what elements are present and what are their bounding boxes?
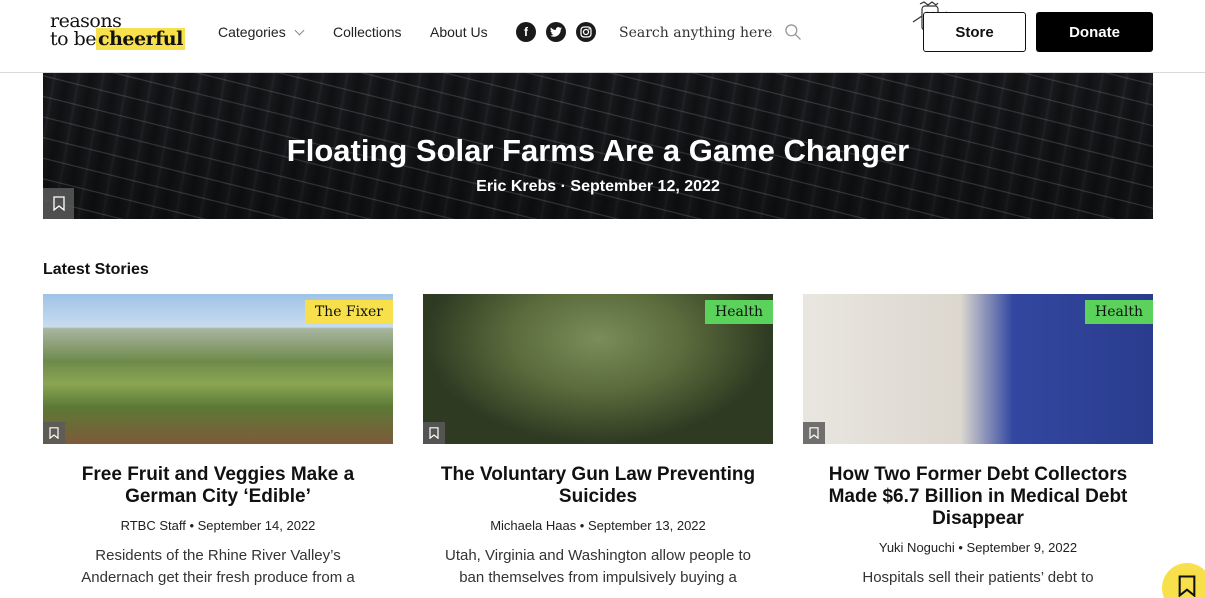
category-tag[interactable]: Health xyxy=(1085,300,1153,324)
floating-bookmarks-button[interactable] xyxy=(1162,563,1205,598)
story-image-oak-tree[interactable]: Health xyxy=(423,294,773,444)
hero-banner[interactable]: Floating Solar Farms Are a Game Changer … xyxy=(43,73,1153,219)
logo-prefix: to be xyxy=(50,28,97,50)
story-excerpt: Residents of the Rhine River Valley’s An… xyxy=(81,547,355,586)
store-button[interactable]: Store xyxy=(923,12,1026,52)
bookmark-icon xyxy=(429,427,439,439)
facebook-icon[interactable]: f xyxy=(516,22,536,42)
donate-button[interactable]: Donate xyxy=(1036,12,1153,52)
bookmark-icon xyxy=(52,196,65,211)
story-title[interactable]: How Two Former Debt Collectors Made $6.7… xyxy=(803,464,1153,530)
logo-highlight: cheerful xyxy=(96,28,185,50)
site-header: reasons to be cheerful Categories Collect… xyxy=(0,0,1205,73)
hero-title[interactable]: Floating Solar Farms Are a Game Changer xyxy=(43,133,1153,169)
story-card[interactable]: The Fixer Free Fruit and Veggies Make a … xyxy=(43,294,393,589)
story-image-garden[interactable]: The Fixer xyxy=(43,294,393,444)
twitter-icon[interactable] xyxy=(546,22,566,42)
chevron-down-icon xyxy=(294,25,305,35)
story-meta: Yuki Noguchi • September 9, 2022 xyxy=(878,540,1078,555)
search-icon[interactable] xyxy=(783,22,803,42)
story-excerpt: Hospitals sell their patients’ debt to xyxy=(862,569,1094,586)
bookmark-button[interactable] xyxy=(43,422,65,444)
latest-stories-heading: Latest Stories xyxy=(43,261,149,278)
search-input[interactable] xyxy=(619,25,774,41)
story-meta: RTBC Staff • September 14, 2022 xyxy=(120,518,316,533)
category-tag[interactable]: Health xyxy=(705,300,773,324)
story-image-two-women[interactable]: Health xyxy=(803,294,1153,444)
story-excerpt: Utah, Virginia and Washington allow peop… xyxy=(444,547,752,586)
logo-line-2: to be cheerful xyxy=(50,28,185,50)
twitter-bird-glyph xyxy=(550,27,562,37)
bookmark-icon xyxy=(1178,575,1196,597)
nav-categories[interactable]: Categories xyxy=(218,24,305,40)
site-logo[interactable]: reasons to be cheerful xyxy=(50,12,190,52)
instagram-icon[interactable] xyxy=(576,22,596,42)
hero-meta: Eric Krebs · September 12, 2022 xyxy=(476,178,720,195)
nav-collections-label: Collections xyxy=(333,24,402,40)
search-bar xyxy=(619,22,804,44)
nav-about-us[interactable]: About Us xyxy=(430,24,488,40)
bookmark-icon xyxy=(49,427,59,439)
bookmark-button[interactable] xyxy=(423,422,445,444)
nav-collections[interactable]: Collections xyxy=(333,24,401,40)
bookmark-icon xyxy=(809,427,819,439)
story-title[interactable]: The Voluntary Gun Law Preventing Suicide… xyxy=(423,464,773,508)
nav-about-label: About Us xyxy=(430,24,488,40)
story-card[interactable]: Health How Two Former Debt Collectors Ma… xyxy=(803,294,1153,589)
category-tag[interactable]: The Fixer xyxy=(304,300,393,324)
hero-bookmark-button[interactable] xyxy=(43,188,74,219)
nav-categories-label: Categories xyxy=(218,24,286,40)
bookmark-button[interactable] xyxy=(803,422,825,444)
story-title[interactable]: Free Fruit and Veggies Make a German Cit… xyxy=(43,464,393,508)
instagram-glyph xyxy=(580,26,592,38)
story-meta: Michaela Haas • September 13, 2022 xyxy=(490,518,706,533)
story-card[interactable]: Health The Voluntary Gun Law Preventing … xyxy=(423,294,773,589)
